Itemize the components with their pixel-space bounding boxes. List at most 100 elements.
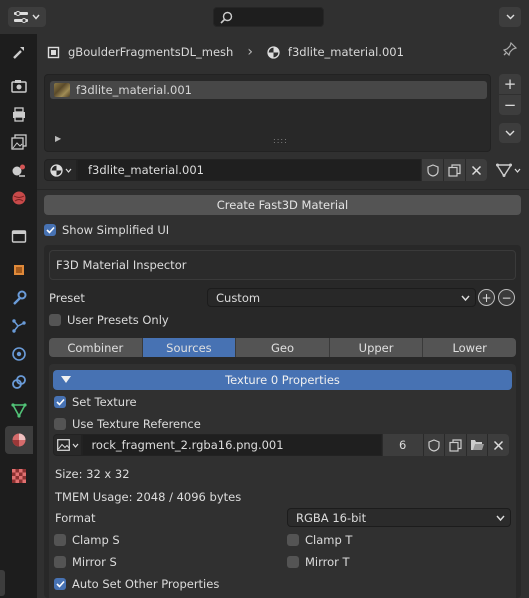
tab-upper[interactable]: Upper — [329, 338, 424, 357]
preset-dropdown[interactable]: Custom — [207, 288, 476, 307]
inspector-title: F3D Material Inspector — [49, 250, 516, 280]
image-duplicate-button[interactable] — [444, 434, 466, 456]
use-texture-reference-row[interactable]: Use Texture Reference — [54, 417, 201, 431]
checkmark-icon — [45, 226, 55, 234]
scene-tab[interactable] — [5, 156, 33, 184]
checkmark-icon — [55, 398, 65, 406]
inspector-tabs: Combiner Sources Geo Upper Lower — [49, 338, 516, 357]
search-input[interactable] — [213, 7, 324, 27]
physics-tab[interactable] — [5, 340, 33, 368]
mirror-t-checkbox[interactable] — [287, 556, 299, 568]
user-presets-only-label: User Presets Only — [67, 313, 169, 327]
mirror-t-row[interactable]: Mirror T — [287, 555, 350, 569]
material-tab[interactable] — [5, 426, 33, 454]
texture-tab[interactable] — [5, 462, 33, 490]
close-icon — [494, 440, 504, 450]
format-value: RGBA 16-bit — [296, 510, 367, 525]
object-tab[interactable] — [5, 256, 33, 284]
mirror-s-row[interactable]: Mirror S — [54, 555, 117, 569]
editor-type-button[interactable] — [8, 7, 46, 27]
auto-set-other-properties-checkbox[interactable] — [54, 578, 66, 590]
use-texture-reference-checkbox[interactable] — [54, 418, 66, 430]
remove-preset-button[interactable]: − — [498, 289, 515, 306]
pin-button[interactable] — [502, 41, 518, 59]
texture-0-header[interactable]: Texture 0 Properties — [53, 370, 512, 390]
world-icon — [12, 191, 26, 205]
image-users-count[interactable]: 6 — [381, 434, 423, 456]
slot-specials-button[interactable] — [499, 123, 521, 143]
tool-tab[interactable] — [5, 38, 33, 66]
show-simplified-ui-checkbox[interactable] — [44, 224, 56, 236]
collection-tab[interactable] — [5, 222, 33, 250]
unlink-material-button[interactable] — [465, 159, 487, 181]
chevron-down-icon — [65, 168, 71, 173]
auto-set-other-properties-row[interactable]: Auto Set Other Properties — [54, 577, 219, 591]
duplicate-icon — [448, 163, 461, 177]
add-slot-button[interactable]: + — [499, 74, 521, 94]
image-size-text: Size: 32 x 32 — [55, 467, 130, 481]
user-presets-only-row[interactable]: User Presets Only — [49, 313, 169, 327]
list-expand-icon[interactable]: ▶ — [55, 134, 61, 143]
chevron-down-icon — [505, 130, 515, 136]
tab-lower[interactable]: Lower — [423, 338, 516, 357]
remove-slot-button[interactable]: − — [499, 95, 521, 115]
modifier-tab[interactable] — [5, 284, 33, 312]
scene-icon — [12, 164, 25, 177]
tab-geo[interactable]: Geo — [236, 338, 330, 357]
unlink-image-button[interactable] — [487, 434, 509, 456]
constraints-tab[interactable] — [5, 368, 33, 396]
material-slot-item[interactable]: f3dlite_material.001 — [50, 81, 487, 99]
data-tab[interactable] — [5, 396, 33, 424]
show-simplified-ui-label: Show Simplified UI — [62, 223, 170, 237]
chevron-down-icon — [506, 14, 514, 20]
texture-0-panel: Texture 0 Properties Set Texture Use Tex… — [49, 364, 516, 598]
list-resize-grip[interactable]: :::: — [273, 136, 288, 145]
view-layer-tab[interactable] — [5, 128, 33, 156]
browse-material-button[interactable] — [44, 159, 77, 181]
particles-tab[interactable] — [5, 312, 33, 340]
chevron-down-icon — [514, 168, 520, 173]
collection-icon — [11, 230, 27, 243]
node-tree-menu-button[interactable] — [492, 159, 524, 181]
set-texture-row[interactable]: Set Texture — [54, 395, 137, 409]
set-texture-checkbox[interactable] — [54, 396, 66, 408]
clamp-s-row[interactable]: Clamp S — [54, 533, 120, 547]
add-preset-button[interactable]: + — [478, 289, 495, 306]
clamp-s-checkbox[interactable] — [54, 534, 66, 546]
particles-icon — [12, 319, 26, 333]
material-thumbnail — [54, 83, 70, 97]
tab-sources[interactable]: Sources — [142, 338, 237, 357]
properties-header — [0, 0, 529, 34]
tab-combiner[interactable]: Combiner — [49, 338, 143, 357]
mirror-s-checkbox[interactable] — [54, 556, 66, 568]
minus-icon: − — [501, 290, 512, 305]
material-slot-list[interactable]: f3dlite_material.001 ▶ :::: — [44, 74, 491, 152]
material-datablock-row: f3dlite_material.001 — [44, 159, 491, 181]
render-tab[interactable] — [5, 72, 33, 100]
slot-buttons: + − — [499, 74, 521, 143]
create-fast3d-material-button[interactable]: Create Fast3D Material — [44, 195, 521, 215]
user-presets-only-checkbox[interactable] — [49, 314, 61, 326]
show-simplified-ui-row[interactable]: Show Simplified UI — [44, 223, 169, 237]
world-tab[interactable] — [5, 184, 33, 212]
material-icon — [267, 45, 280, 59]
image-fake-user-button[interactable] — [422, 434, 445, 456]
render-icon — [11, 80, 27, 93]
format-dropdown[interactable]: RGBA 16-bit — [287, 508, 511, 527]
fake-user-button[interactable] — [421, 159, 443, 181]
options-dropdown-button[interactable] — [499, 7, 521, 27]
f3d-material-inspector: F3D Material Inspector Preset Custom + −… — [44, 245, 521, 598]
image-name-field[interactable]: rock_fragment_2.rgba16.png.001 — [82, 434, 382, 456]
clamp-t-row[interactable]: Clamp T — [287, 533, 352, 547]
chevron-down-icon — [72, 443, 79, 448]
chevron-down-icon — [461, 295, 470, 302]
duplicate-material-button[interactable] — [443, 159, 465, 181]
open-image-button[interactable] — [465, 434, 488, 456]
properties-tab-bar — [0, 34, 37, 598]
search-icon — [220, 11, 233, 24]
checkmark-icon — [55, 580, 65, 588]
output-tab[interactable] — [5, 100, 33, 128]
clamp-t-checkbox[interactable] — [287, 534, 299, 546]
material-name-field[interactable]: f3dlite_material.001 — [77, 159, 421, 181]
browse-image-button[interactable] — [53, 434, 83, 456]
